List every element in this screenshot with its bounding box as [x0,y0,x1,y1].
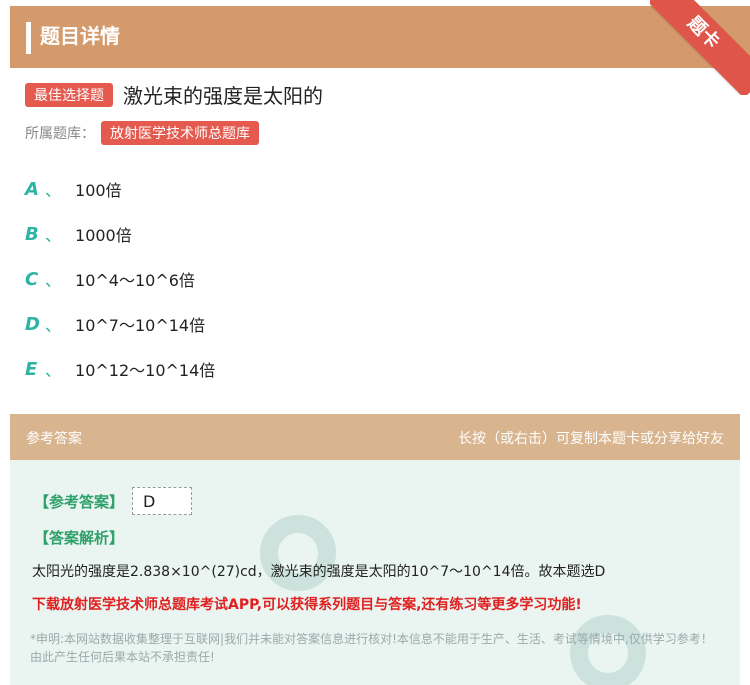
answer-value: D [143,491,156,511]
option-letter: E [25,358,38,380]
question-row: 最佳选择题 激光束的强度是太阳的 [25,80,323,109]
reference-body: 【参考答案】 D 【答案解析】 太阳光的强度是2.838×10^(27)cd，激… [10,460,740,685]
option-letter: A [25,178,39,200]
option-letter: C [25,268,39,290]
header-accent-bar [26,22,31,54]
option-text: 10^12～10^14倍 [75,361,216,380]
answer-box: D [132,487,193,515]
answer-label: 【参考答案】 [34,492,125,511]
page-header: 题目详情 [10,6,750,68]
corner-ribbon-container: 题卡 [650,0,750,95]
analysis-label: 【答案解析】 [34,529,125,547]
app-promo-link[interactable]: 下载放射医学技术师总题库考试APP,可以获得系列题目与答案,还有练习等更多学习功… [32,594,582,614]
option-separator: 、 [45,226,62,245]
option-text: 100倍 [75,181,122,200]
option-separator: 、 [45,316,62,335]
question-type-badge: 最佳选择题 [25,82,113,107]
share-hint: 长按（或右击）可复制本题卡或分享给好友 [458,431,724,447]
question-text: 激光束的强度是太阳的 [123,84,323,108]
corner-ribbon[interactable]: 题卡 [650,0,750,95]
bank-label: 所属题库： [25,126,95,142]
question-bank-row: 所属题库： 放射医学技术师总题库 [25,121,259,145]
option-separator: 、 [45,271,62,290]
reference-title: 参考答案 [26,431,82,447]
option-b[interactable]: B 、 1000倍 [25,222,132,246]
disclaimer: *申明:本网站数据收集整理于互联网|我们并未能对答案信息进行核对!本信息不能用于… [30,632,713,664]
option-text: 1000倍 [75,226,132,245]
answer-row: 【参考答案】 D [34,487,193,515]
option-c[interactable]: C 、 10^4～10^6倍 [25,267,195,291]
option-a[interactable]: A 、 100倍 [25,177,122,201]
page-title: 题目详情 [40,24,120,48]
option-letter: D [25,313,40,335]
option-separator: 、 [45,181,62,200]
bank-tag[interactable]: 放射医学技术师总题库 [101,121,259,145]
analysis-text: 太阳光的强度是2.838×10^(27)cd，激光束的强度是太阳的10^7～10… [32,564,606,580]
option-e[interactable]: E 、 10^12～10^14倍 [25,357,215,381]
option-text: 10^7～10^14倍 [75,316,206,335]
option-text: 10^4～10^6倍 [75,271,195,290]
option-d[interactable]: D 、 10^7～10^14倍 [25,312,205,336]
option-letter: B [25,223,39,245]
reference-header: 参考答案 长按（或右击）可复制本题卡或分享给好友 [10,414,740,460]
option-separator: 、 [45,361,62,380]
